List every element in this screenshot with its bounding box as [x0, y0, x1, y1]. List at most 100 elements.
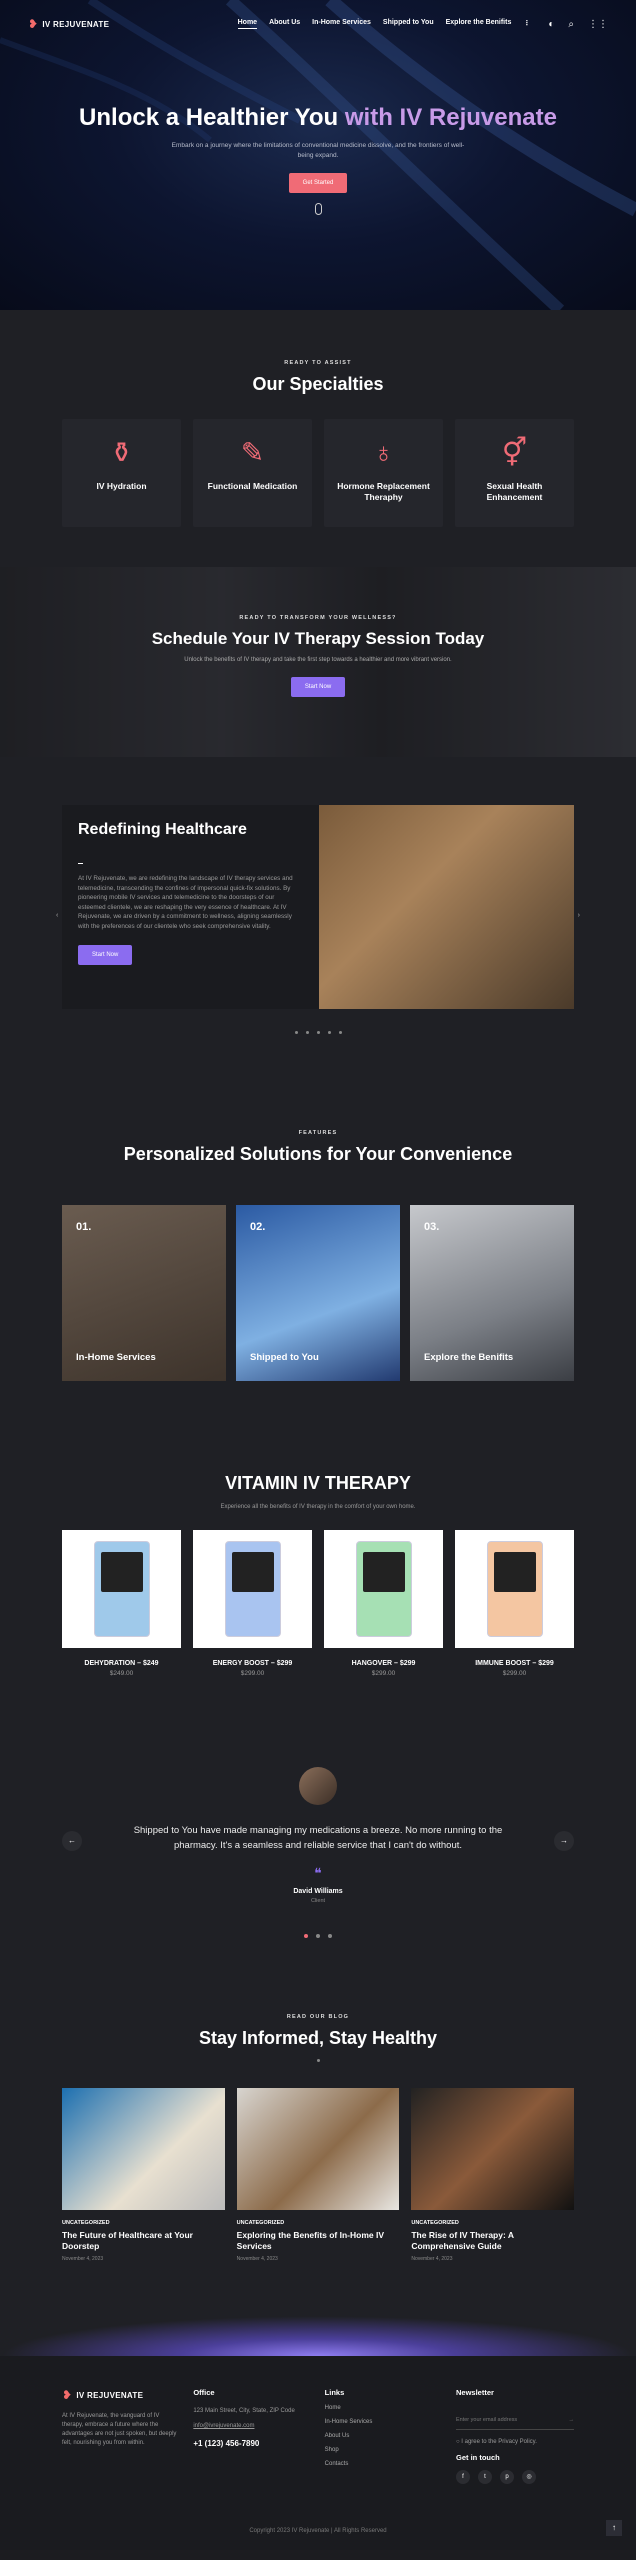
schedule-banner: READY TO TRANSFORM YOUR WELLNESS? Schedu… — [0, 567, 636, 757]
specialty-card[interactable]: ✎ Functional Medication — [193, 419, 312, 527]
product-card[interactable]: DEHYDRATION – $249 $249.00 — [62, 1530, 181, 1677]
instagram-icon[interactable]: ◎ — [521, 2470, 536, 2484]
feature-card-benefits[interactable]: 03. Explore the Benifits — [410, 1205, 574, 1381]
arrow-right-icon[interactable]: → — [568, 2417, 574, 2423]
testimonial-dot[interactable] — [328, 1934, 332, 1938]
redefining-start-button[interactable]: Start Now — [78, 945, 133, 965]
specialty-card[interactable]: ⚱ IV Hydration — [62, 419, 181, 527]
product-card[interactable]: IMMUNE BOOST – $299 $299.00 — [455, 1530, 574, 1677]
get-started-button[interactable]: Get Started — [288, 173, 348, 193]
gender-icon: ⚥ — [501, 437, 528, 468]
testimonial-prev-button[interactable]: ← — [62, 1831, 82, 1851]
nav-in-home[interactable]: In-Home Services — [312, 19, 371, 29]
specialties-kicker: READY TO ASSIST — [284, 360, 352, 366]
office-email[interactable]: info@ivrejuvenate.com — [193, 2422, 311, 2431]
specialties-section: READY TO ASSIST Our Specialties ⚱ IV Hydr… — [0, 310, 636, 567]
features-kicker: FEATURES — [298, 1130, 338, 1136]
cart-icon[interactable]: ◐ — [548, 19, 554, 30]
nav-benefits[interactable]: Explore the Benifits — [446, 19, 512, 29]
slider-dots — [62, 1031, 574, 1034]
banner-text: Unlock the benefits of IV therapy and ta… — [184, 657, 452, 663]
footer-link-in-home[interactable]: In-Home Services — [325, 2419, 443, 2425]
slider-next-icon[interactable]: › — [578, 912, 580, 919]
slider-dot[interactable] — [305, 1031, 309, 1034]
footer-about: At IV Rejuvenate, the vanguard of IV the… — [62, 2413, 177, 2446]
features-title: Personalized Solutions for Your Convenie… — [123, 1144, 513, 1164]
nav-about[interactable]: About Us — [269, 19, 300, 29]
slider-prev-icon[interactable]: ‹ — [56, 912, 58, 919]
hero: ❥ IV REJUVENATE Home About Us In-Home Ser… — [0, 0, 636, 310]
slider-dot[interactable] — [316, 1031, 320, 1034]
blog-section: READ OUR BLOG Stay Informed, Stay Health… — [0, 1986, 636, 2316]
slider-dot[interactable] — [338, 1031, 342, 1034]
office-heading: Office — [193, 2388, 215, 2397]
links-heading: Links — [324, 2388, 345, 2397]
blog-post[interactable]: UNCATEGORIZED The Future of Healthcare at… — [62, 2088, 225, 2262]
nav-home[interactable]: Home — [237, 19, 258, 29]
copyright: Copyright 2023 IV Rejuvenate | All Right… — [249, 2528, 387, 2534]
site-logo[interactable]: ❥ IV REJUVENATE — [28, 17, 109, 31]
footer-link-contacts[interactable]: Contacts — [325, 2461, 443, 2467]
slider-dot[interactable] — [327, 1031, 331, 1034]
twitter-icon[interactable]: t — [477, 2470, 492, 2484]
back-to-top-button[interactable]: ↑ — [606, 2520, 622, 2536]
product-card[interactable]: ENERGY BOOST – $299 $299.00 — [193, 1530, 312, 1677]
privacy-checkbox[interactable]: ○ I agree to the Privacy Policy. — [456, 2438, 574, 2447]
feature-card-in-home[interactable]: 01. In-Home Services — [62, 1205, 226, 1381]
scroll-mouse-icon[interactable] — [314, 203, 322, 215]
iv-bag-image — [93, 1541, 150, 1637]
feature-card-shipped[interactable]: 02. Shipped to You — [236, 1205, 400, 1381]
office-phone[interactable]: +1 (123) 456-7890 — [193, 2439, 311, 2448]
grid-menu-icon[interactable]: ⋮⋮ — [588, 19, 608, 30]
divider — [78, 863, 83, 864]
hero-title: Unlock a Healthier You with IV Rejuvenat… — [79, 104, 557, 131]
blog-post[interactable]: UNCATEGORIZED Exploring the Benefits of I… — [236, 2088, 400, 2262]
social-links: f t p ◎ — [455, 2470, 574, 2484]
testimonial-role: Client — [310, 1898, 326, 1904]
newsletter-heading: Newsletter — [455, 2388, 494, 2397]
iv-bag-image — [224, 1541, 281, 1637]
nav-links: Home About Us In-Home Services Shipped t… — [237, 19, 530, 29]
syringe-icon: ✎ — [240, 437, 265, 468]
testimonial-dots — [62, 1934, 574, 1938]
footer-logo[interactable]: ❥ IV REJUVENATE — [62, 2388, 180, 2402]
testimonial-dot[interactable] — [316, 1934, 320, 1938]
blog-post[interactable]: UNCATEGORIZED The Rise of IV Therapy: A C… — [411, 2088, 575, 2262]
footer-link-home[interactable]: Home — [325, 2405, 443, 2411]
specialty-card[interactable]: ♁ Hormone Replacement Theraphy — [324, 419, 443, 527]
pinterest-icon[interactable]: p — [499, 2470, 514, 2484]
nav-shipped[interactable]: Shipped to You — [383, 19, 434, 29]
get-in-touch-heading: Get in touch — [455, 2453, 500, 2462]
drop-icon: ❥ — [28, 17, 39, 31]
newsletter-email-input[interactable]: Enter your email address → — [455, 2411, 574, 2430]
iv-bag-icon: ⚱ — [109, 437, 134, 468]
top-navigation: ❥ IV REJUVENATE Home About Us In-Home Ser… — [0, 0, 636, 48]
redefining-section: ‹ › Redefining Healthcare At IV Rejuvena… — [0, 757, 636, 1080]
blog-kicker: READ OUR BLOG — [286, 2014, 350, 2020]
blog-title: Stay Informed, Stay Healthy — [198, 2028, 438, 2048]
footer-link-shop[interactable]: Shop — [325, 2447, 443, 2453]
slider-dot[interactable] — [294, 1031, 298, 1034]
redefining-title: Redefining Healthcare — [78, 821, 247, 838]
blog-dot — [316, 2059, 320, 2062]
product-card[interactable]: HANGOVER – $299 $299.00 — [324, 1530, 443, 1677]
footer-link-about[interactable]: About Us — [325, 2433, 443, 2439]
banner-kicker: READY TO TRANSFORM YOUR WELLNESS? — [239, 615, 397, 621]
avatar — [299, 1767, 337, 1805]
testimonial-dot[interactable] — [304, 1934, 308, 1938]
hero-content: Unlock a Healthier You with IV Rejuvenat… — [0, 104, 636, 215]
gloves-device-image — [319, 805, 574, 1009]
redefining-text: At IV Rejuvenate, we are redefining the … — [78, 875, 293, 930]
nav-icons: ◐ ⌕ ⋮⋮ — [548, 19, 608, 30]
vitamin-subtitle: Experience all the benefits of IV therap… — [220, 1504, 416, 1510]
search-icon[interactable]: ⌕ — [568, 19, 574, 30]
banner-start-button[interactable]: Start Now — [290, 677, 346, 697]
facebook-icon[interactable]: f — [455, 2470, 470, 2484]
testimonial-section: ← → Shipped to You have made managing my… — [0, 1717, 636, 1986]
specialties-title: Our Specialties — [252, 374, 384, 394]
testimonial-next-button[interactable]: → — [554, 1831, 574, 1851]
more-menu-icon[interactable]: ⋮ — [523, 19, 530, 29]
specialty-card[interactable]: ⚥ Sexual Health Enhancement — [455, 419, 574, 527]
quote-icon: ❝ — [314, 1865, 322, 1881]
drop-icon: ❥ — [62, 2388, 73, 2402]
